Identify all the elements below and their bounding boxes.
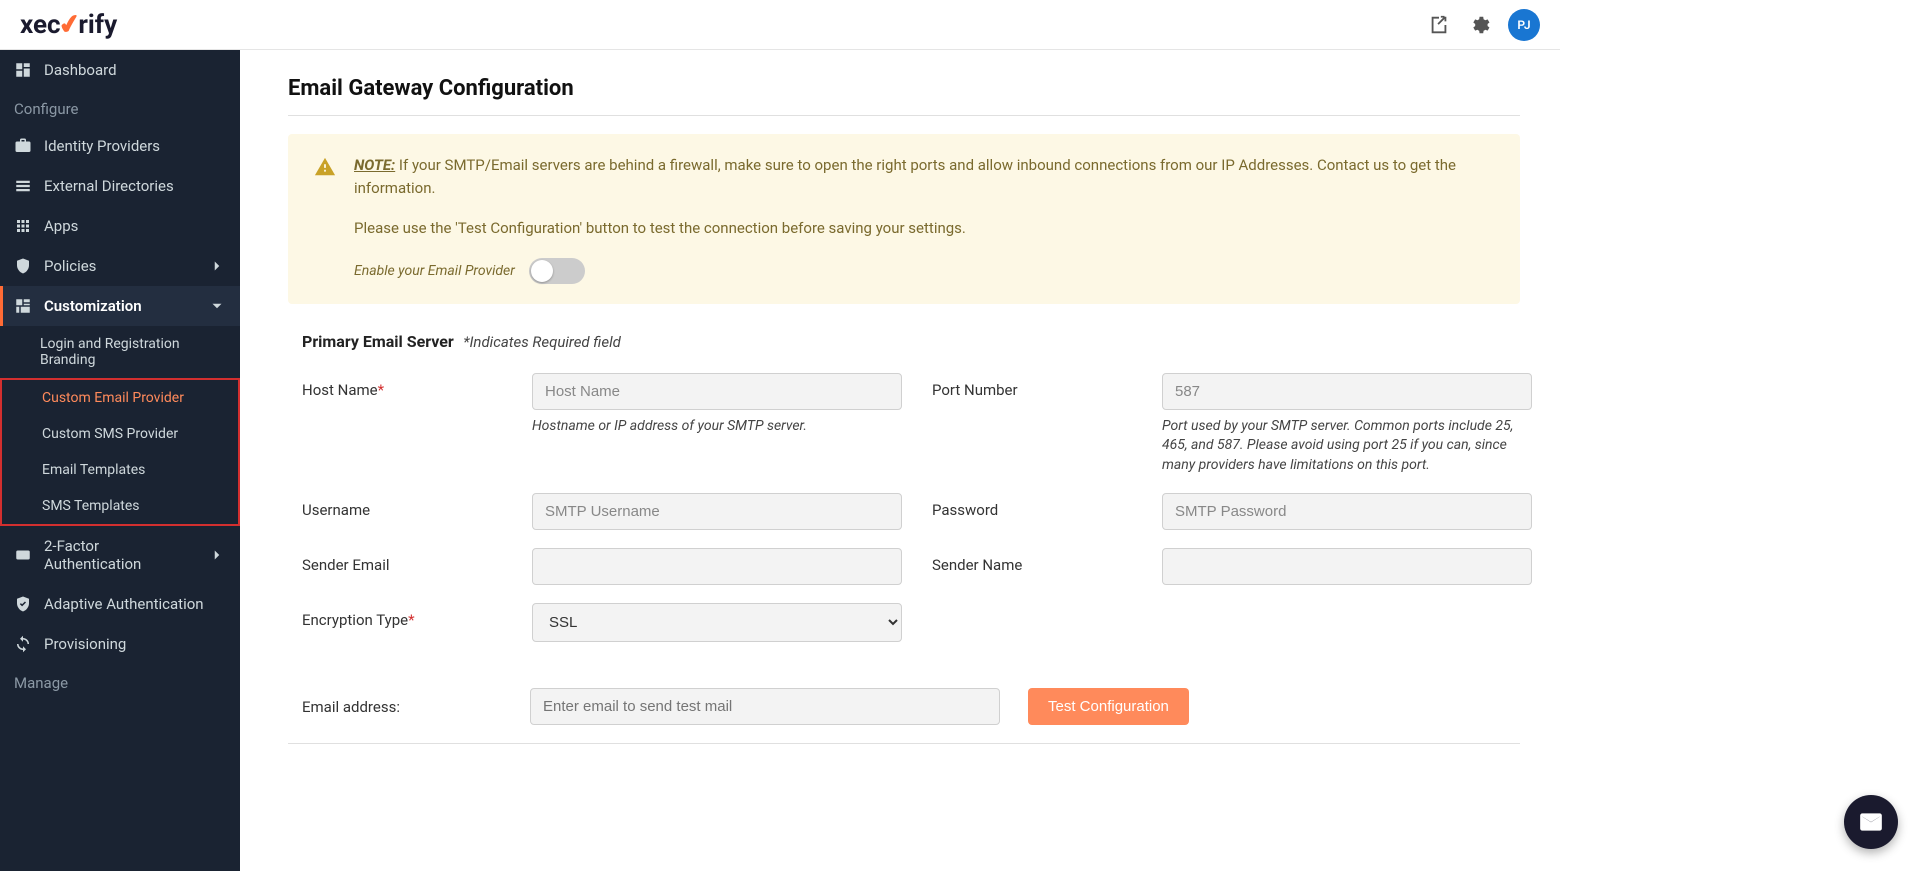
header: xec✔rify PJ	[0, 0, 1560, 50]
label-password: Password	[932, 493, 1132, 519]
briefcase-icon	[14, 137, 32, 155]
sidebar-item-customization[interactable]: Customization	[0, 286, 240, 326]
sidebar-item-label: Customization	[44, 297, 142, 315]
avatar[interactable]: PJ	[1508, 9, 1540, 41]
label-sender-name: Sender Name	[932, 548, 1132, 574]
label-test-email: Email address:	[302, 698, 502, 716]
avatar-initials: PJ	[1517, 18, 1530, 32]
help-port: Port used by your SMTP server. Common po…	[1162, 417, 1532, 476]
note-box: NOTE: If your SMTP/Email servers are beh…	[288, 134, 1520, 304]
input-host[interactable]	[532, 373, 902, 410]
sidebar-item-policies[interactable]: Policies	[0, 246, 240, 286]
sidebar-item-label: Provisioning	[44, 635, 126, 653]
required-indicator: *Indicates Required field	[463, 333, 621, 351]
form-grid: Host Name* Hostname or IP address of you…	[302, 373, 1520, 643]
shield-check-icon	[14, 595, 32, 613]
test-configuration-button[interactable]: Test Configuration	[1028, 688, 1189, 725]
sidebar-subitem-custom-email[interactable]: Custom Email Provider	[2, 380, 238, 416]
sidebar-subitem-email-templates[interactable]: Email Templates	[2, 452, 238, 488]
input-username[interactable]	[532, 493, 902, 530]
section-title: Primary Email Server	[302, 332, 454, 351]
list-icon	[14, 177, 32, 195]
page-title: Email Gateway Configuration	[288, 76, 1520, 101]
label-encryption: Encryption Type*	[302, 603, 502, 629]
label-port: Port Number	[932, 373, 1132, 399]
sidebar-header-manage: Manage	[0, 664, 240, 700]
sync-icon	[14, 635, 32, 653]
gear-icon[interactable]	[1468, 14, 1490, 36]
sidebar-item-label: Policies	[44, 257, 96, 275]
logo: xec✔rify	[20, 10, 117, 40]
chevron-right-icon	[208, 257, 226, 275]
sidebar-item-dashboard[interactable]: Dashboard	[0, 50, 240, 90]
note-label: NOTE:	[354, 156, 395, 174]
customization-submenu: Login and Registration Branding Custom E…	[0, 326, 240, 526]
sidebar-header-configure: Configure	[0, 90, 240, 126]
enable-provider-toggle[interactable]	[529, 258, 585, 284]
sidebar-item-label: Apps	[44, 217, 78, 235]
sidebar-item-identity-providers[interactable]: Identity Providers	[0, 126, 240, 166]
two-factor-icon	[14, 546, 32, 564]
chevron-down-icon	[208, 297, 226, 315]
sidebar-item-adaptive-auth[interactable]: Adaptive Authentication	[0, 584, 240, 624]
highlight-box: Custom Email Provider Custom SMS Provide…	[0, 378, 240, 526]
input-password[interactable]	[1162, 493, 1532, 530]
chevron-right-icon	[208, 546, 226, 564]
header-actions: PJ	[1428, 9, 1540, 41]
sidebar-subitem-login-branding[interactable]: Login and Registration Branding	[0, 326, 240, 378]
sidebar-item-label: 2-Factor Authentication	[44, 537, 196, 573]
dashboard-icon	[14, 61, 32, 79]
sidebar: Dashboard Configure Identity Providers E…	[0, 50, 240, 871]
customization-icon	[14, 297, 32, 315]
help-host: Hostname or IP address of your SMTP serv…	[532, 417, 902, 437]
input-port[interactable]	[1162, 373, 1532, 410]
input-test-email[interactable]	[530, 688, 1000, 725]
toggle-label: Enable your Email Provider	[354, 263, 515, 279]
divider	[288, 743, 1520, 744]
sidebar-item-apps[interactable]: Apps	[0, 206, 240, 246]
chat-fab[interactable]	[1844, 795, 1898, 849]
sidebar-item-label: Dashboard	[44, 61, 117, 79]
main-content: Email Gateway Configuration NOTE: If you…	[240, 50, 1560, 871]
note-body: If your SMTP/Email servers are behind a …	[354, 156, 1456, 197]
sidebar-item-label: Identity Providers	[44, 137, 160, 155]
label-sender-email: Sender Email	[302, 548, 502, 574]
select-encryption[interactable]: SSL	[532, 603, 902, 642]
note-text: NOTE: If your SMTP/Email servers are beh…	[354, 154, 1494, 240]
sidebar-subitem-sms-templates[interactable]: SMS Templates	[2, 488, 238, 524]
logo-check-icon: ✔	[56, 8, 83, 41]
label-username: Username	[302, 493, 502, 519]
warning-icon	[314, 156, 336, 178]
sidebar-item-external-directories[interactable]: External Directories	[0, 166, 240, 206]
sidebar-item-2fa[interactable]: 2-Factor Authentication	[0, 526, 240, 584]
sidebar-item-label: Adaptive Authentication	[44, 595, 204, 613]
input-sender-email[interactable]	[532, 548, 902, 585]
sidebar-item-provisioning[interactable]: Provisioning	[0, 624, 240, 664]
sidebar-subitem-custom-sms[interactable]: Custom SMS Provider	[2, 416, 238, 452]
apps-icon	[14, 217, 32, 235]
mail-icon	[1858, 809, 1884, 835]
test-row: Email address: Test Configuration	[302, 688, 1520, 725]
shield-icon	[14, 257, 32, 275]
toggle-knob	[531, 260, 553, 282]
input-sender-name[interactable]	[1162, 548, 1532, 585]
divider	[288, 115, 1520, 116]
docs-icon[interactable]	[1428, 14, 1450, 36]
note-line2: Please use the 'Test Configuration' butt…	[354, 217, 1494, 240]
label-host: Host Name*	[302, 373, 502, 399]
sidebar-item-label: External Directories	[44, 177, 174, 195]
